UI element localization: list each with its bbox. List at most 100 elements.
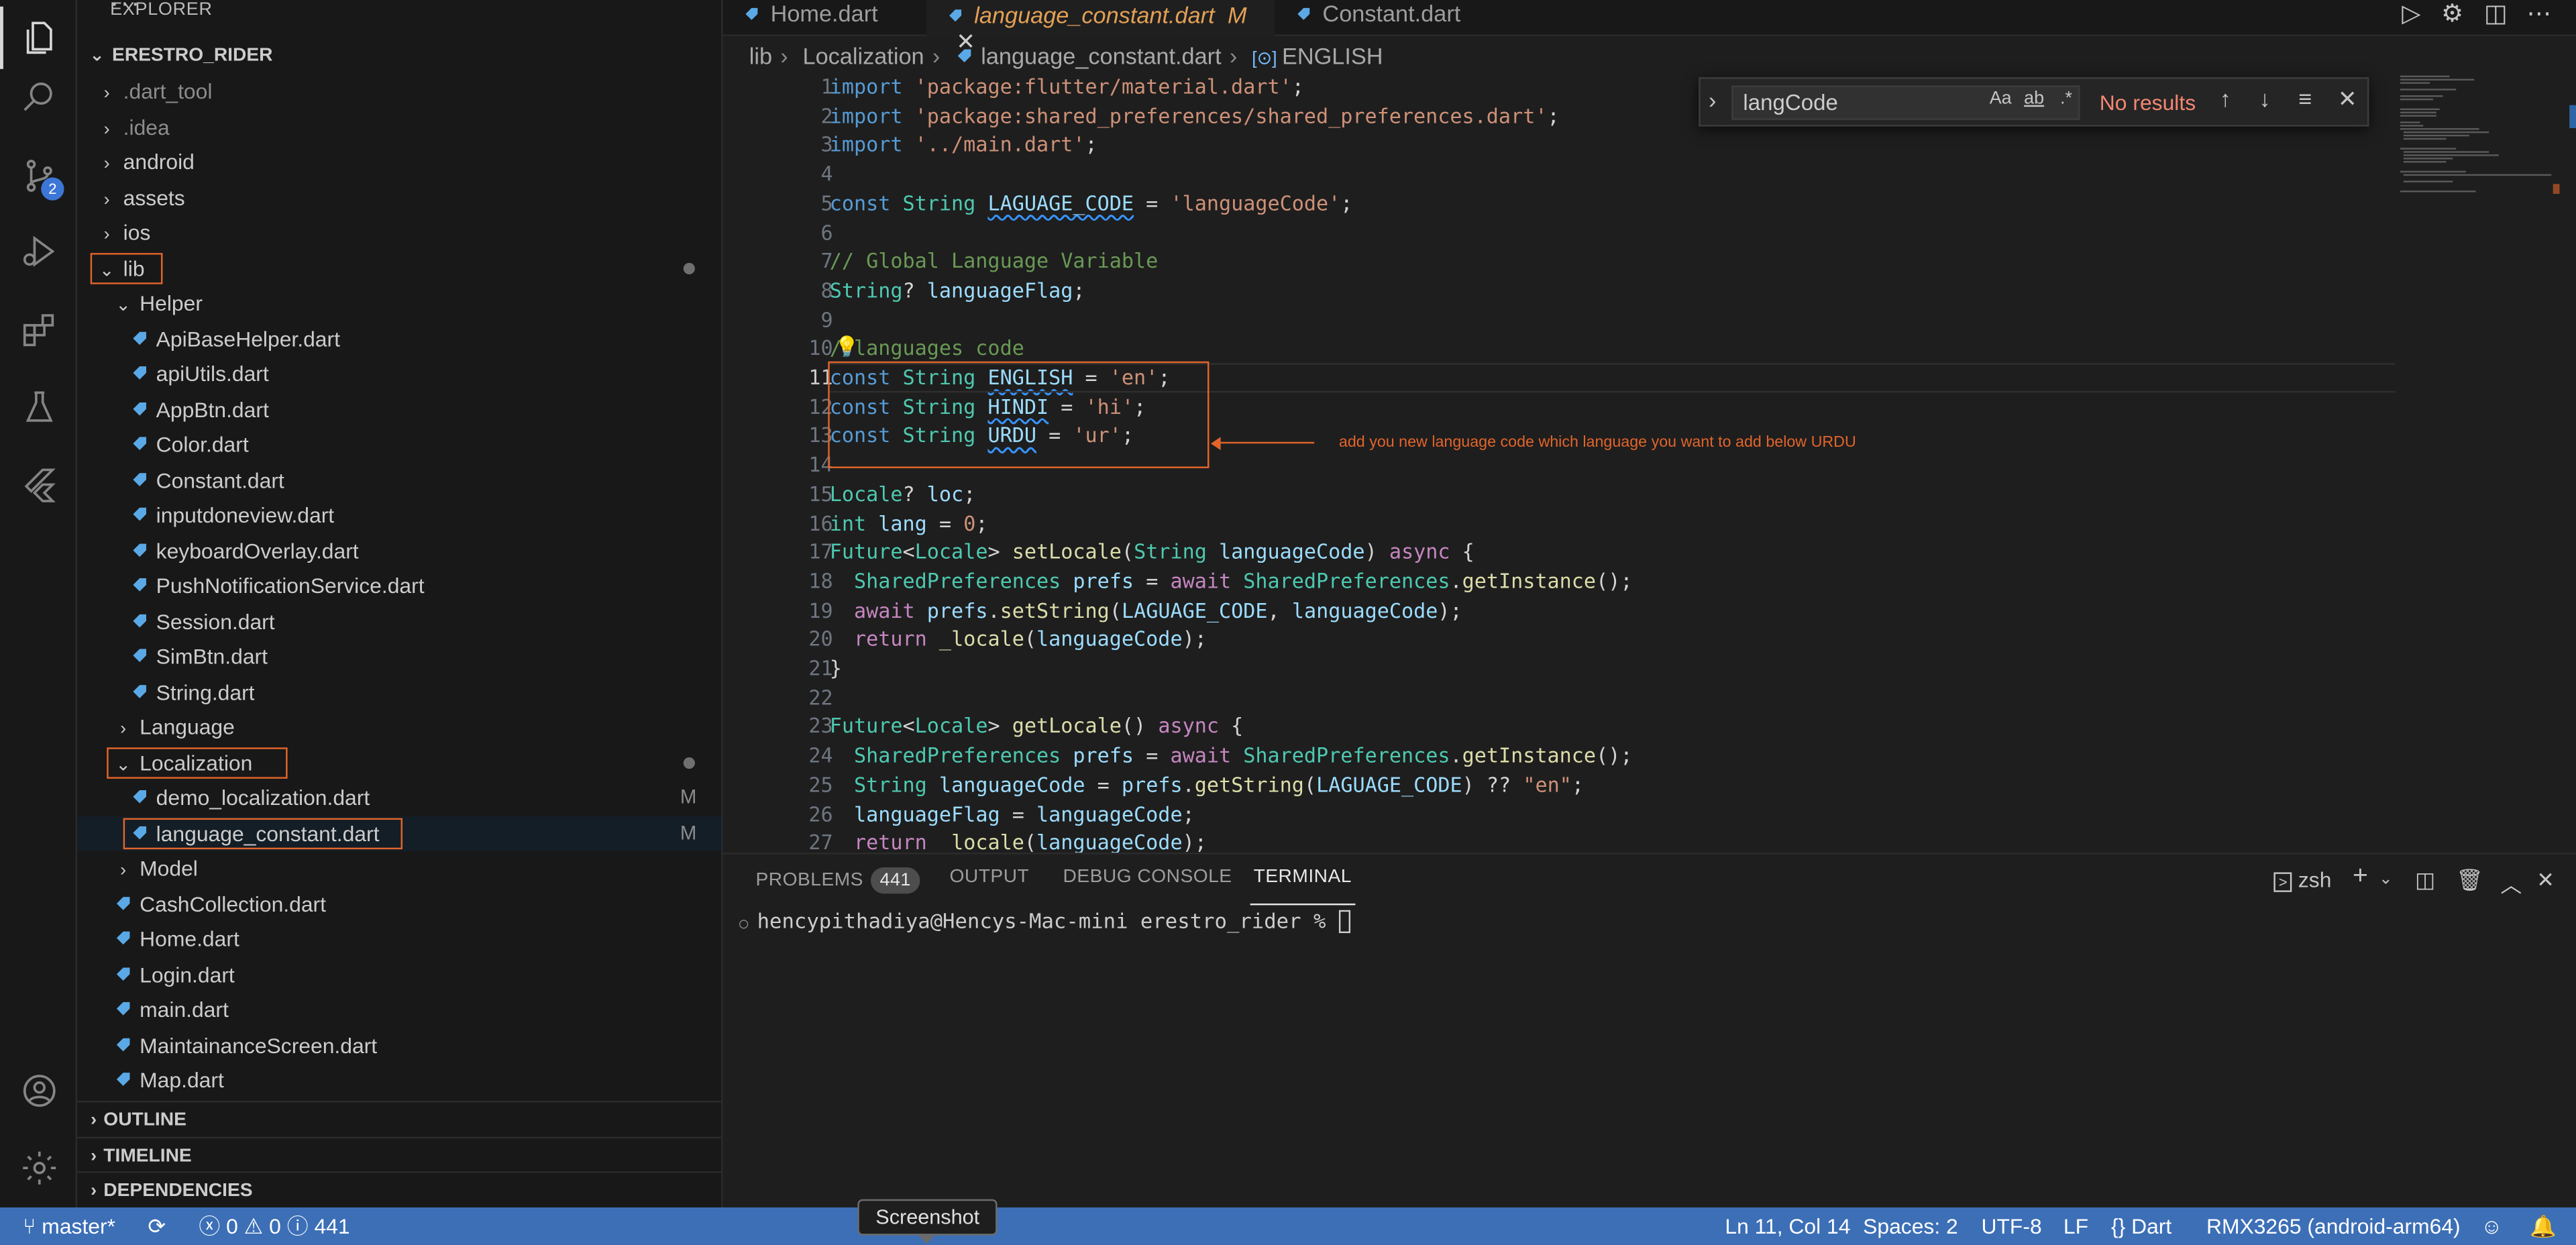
tab-problems[interactable]: PROBLEMS 441 [756, 867, 921, 894]
end-of-line[interactable]: LF [2063, 1207, 2088, 1245]
code-line[interactable]: String? languageFlag; [830, 278, 1085, 307]
debug-icon[interactable]: ⚙ [2441, 0, 2463, 28]
indentation[interactable]: Spaces: 2 [1863, 1207, 1958, 1245]
code-line[interactable]: return _locale(languageCode); [830, 627, 1207, 655]
tab-debug-console[interactable]: DEBUG CONSOLE [1063, 867, 1232, 887]
section-dependencies[interactable]: › DEPENDENCIES [77, 1171, 723, 1207]
search-icon[interactable] [0, 59, 77, 135]
file-item[interactable]: inputdoneview.dart [77, 498, 722, 532]
tab-output[interactable]: OUTPUT [950, 867, 1030, 887]
file-item[interactable]: Map.dart [77, 1063, 722, 1097]
code-line[interactable]: Future<Locale> getLocale() async { [830, 714, 1244, 743]
terminal-profile[interactable]: > zsh [2273, 867, 2331, 892]
folder-item[interactable]: ⌄ Helper [77, 286, 722, 320]
close-icon[interactable]: ✕ [2536, 867, 2555, 894]
minimap[interactable] [2394, 72, 2576, 319]
folder-item[interactable]: › .dart_tool [77, 74, 722, 108]
feedback-icon[interactable]: ☺ [2481, 1207, 2503, 1245]
folder-item[interactable]: › ios [77, 215, 722, 250]
maximize-panel-icon[interactable]: ︿ [2500, 867, 2522, 899]
folder-item[interactable]: › Language [77, 710, 722, 744]
file-item[interactable]: CashCollection.dart [77, 886, 722, 920]
file-item[interactable]: ApiBaseHelper.dart [77, 321, 722, 356]
chevron-down-icon[interactable]: ⌄ [2379, 871, 2393, 889]
code-line[interactable]: SharedPreferences prefs = await SharedPr… [830, 568, 1632, 597]
code-line[interactable]: String languageCode = prefs.getString(LA… [830, 772, 1584, 801]
run-debug-icon[interactable] [0, 213, 77, 289]
code-line[interactable]: import '../main.dart'; [830, 132, 1097, 161]
language-mode[interactable]: {} Dart [2111, 1207, 2171, 1245]
split-terminal-icon[interactable]: ◫ [2415, 867, 2435, 894]
testing-icon[interactable] [0, 370, 77, 445]
new-terminal-icon[interactable]: + [2353, 863, 2368, 892]
find-in-selection-icon[interactable]: ≡ [2298, 85, 2312, 111]
tab-terminal[interactable]: TERMINAL [1250, 867, 1355, 906]
code-line[interactable]: languageFlag = languageCode; [830, 801, 1195, 830]
terminal-output[interactable]: ○ hencypithadiya@Hencys-Mac-mini erestro… [739, 908, 1350, 934]
split-editor-icon[interactable]: ◫ [2484, 0, 2508, 28]
bell-icon[interactable]: 🔔 [2530, 1207, 2557, 1245]
code-line[interactable]: await prefs.setString(LAGUAGE_CODE, lang… [830, 597, 1462, 626]
file-item[interactable]: demo_localization.dart M [77, 780, 722, 814]
toggle-replace-icon[interactable]: › [1709, 87, 1716, 113]
tab-constant[interactable]: Constant.dart [1275, 0, 1505, 36]
code-line[interactable]: return _locale(languageCode); [830, 830, 1207, 853]
problems-indicator[interactable]: ⓧ 0 ⚠ 0 ⓘ 441 [199, 1207, 350, 1245]
folder-item[interactable]: › .idea [77, 109, 722, 144]
file-item[interactable]: keyboardOverlay.dart [77, 533, 722, 567]
code-line[interactable]: SharedPreferences prefs = await SharedPr… [830, 743, 1632, 771]
sync-icon[interactable]: ⟳ [148, 1207, 166, 1245]
file-item[interactable]: SimBtn.dart [77, 639, 722, 673]
whole-word-icon[interactable]: ab [2024, 89, 2044, 108]
tab-language-constant[interactable]: language_constant.dart M ✕ [926, 0, 1275, 54]
section-outline[interactable]: › OUTLINE [77, 1100, 723, 1137]
account-icon[interactable] [0, 1053, 77, 1129]
file-item[interactable]: AppBtn.dart [77, 392, 722, 426]
trash-icon[interactable]: 🗑 [2456, 867, 2483, 894]
section-timeline[interactable]: › TIMELINE [77, 1136, 723, 1173]
settings-gear-icon[interactable] [0, 1130, 77, 1206]
source-control-icon[interactable]: 2 [0, 138, 77, 214]
file-item[interactable]: String.dart [77, 674, 722, 708]
code-line[interactable]: } [830, 655, 842, 684]
extensions-icon[interactable] [0, 292, 77, 368]
file-item[interactable]: MaintainanceScreen.dart [77, 1028, 722, 1062]
breadcrumb-item[interactable]: Localization [803, 43, 924, 69]
file-item[interactable]: Login.dart [77, 957, 722, 991]
breadcrumb-item[interactable]: lib [749, 43, 772, 69]
file-item[interactable]: Color.dart [77, 427, 722, 462]
workspace-root[interactable]: ⌄ ERESTRO_RIDER [77, 40, 722, 74]
code-line[interactable]: Locale? loc; [830, 481, 976, 510]
code-line[interactable]: // Global Language Variable [830, 248, 1159, 277]
more-actions-icon[interactable]: ⋯ [2527, 0, 2552, 28]
breadcrumb-item[interactable]: language_constant.dart [981, 43, 1221, 69]
file-item[interactable]: apiUtils.dart [77, 356, 722, 390]
lightbulb-icon[interactable]: 💡 [835, 335, 859, 358]
run-icon[interactable]: ▷ [2402, 0, 2420, 28]
file-item[interactable]: PushNotificationService.dart [77, 568, 722, 602]
folder-item[interactable]: › Model [77, 851, 722, 885]
file-item[interactable]: main.dart [77, 992, 722, 1026]
code-line[interactable]: import 'package:shared_preferences/share… [830, 103, 1560, 132]
folder-item[interactable]: › android [77, 145, 722, 179]
folder-item[interactable]: ⌄ lib [77, 250, 722, 284]
more-actions-icon[interactable]: ··· [110, 0, 698, 19]
breadcrumb-item[interactable]: ENGLISH [1282, 43, 1383, 69]
regex-icon[interactable]: .* [2060, 89, 2072, 108]
code-line[interactable]: import 'package:flutter/material.dart'; [830, 74, 1304, 103]
previous-match-icon[interactable]: ↑ [2220, 85, 2231, 111]
file-item[interactable]: Constant.dart [77, 462, 722, 496]
close-icon[interactable]: ✕ [2338, 85, 2357, 113]
cursor-position[interactable]: Ln 11, Col 14 [1725, 1207, 1850, 1245]
file-item[interactable]: Session.dart [77, 604, 722, 638]
code-line[interactable]: const String LAGUAGE_CODE = 'languageCod… [830, 191, 1353, 219]
match-case-icon[interactable]: Aa [1990, 89, 2012, 108]
file-item[interactable]: Home.dart [77, 922, 722, 956]
code-editor[interactable]: 1 import 'package:flutter/material.dart';… [722, 72, 2576, 853]
flutter-icon[interactable] [0, 447, 77, 523]
tab-home[interactable]: Home.dart [723, 0, 927, 36]
branch-indicator[interactable]: ⑂ master* [23, 1207, 115, 1245]
device-selector[interactable]: RMX3265 (android-arm64) [2206, 1207, 2461, 1245]
encoding[interactable]: UTF-8 [1981, 1207, 2041, 1245]
code-line[interactable]: Future<Locale> setLocale(String language… [830, 539, 1474, 568]
